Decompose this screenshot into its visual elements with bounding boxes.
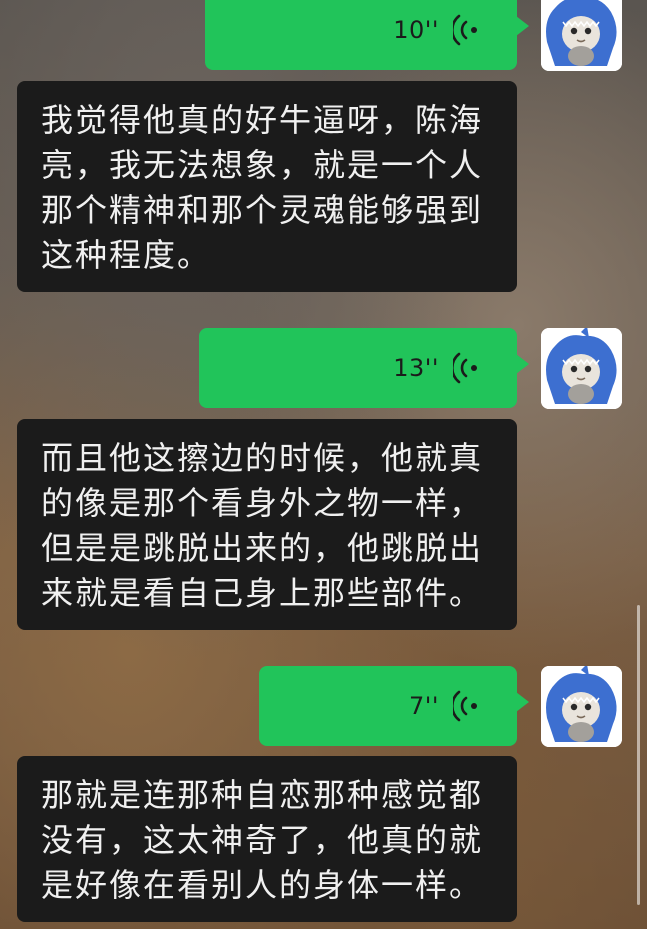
voice-wave-icon — [453, 14, 477, 46]
voice-message-bubble[interactable]: 10'' — [205, 0, 529, 70]
transcript-bubble[interactable]: 我觉得他真的好牛逼呀，陈海亮，我无法想象，就是一个人那个精神和那个灵魂能够强到这… — [17, 81, 517, 292]
avatar[interactable] — [541, 666, 622, 747]
transcript-bubble[interactable]: 那就是连那种自恋那种感觉都没有，这太神奇了，他真的就是好像在看别人的身体一样。 — [17, 756, 517, 922]
chat-area: 10'' 我觉得他真的好牛逼呀，陈海亮，我无法想象，就是一个人那个精神和那个灵魂… — [0, 0, 647, 929]
voice-duration: 7'' — [409, 692, 439, 720]
avatar[interactable] — [541, 0, 622, 71]
voice-wave-icon — [453, 352, 477, 384]
transcript-text: 而且他这擦边的时候，他就真的像是那个看身外之物一样，但是是跳脱出来的，他跳脱出来… — [41, 439, 484, 612]
voice-message-bubble[interactable]: 7'' — [259, 666, 529, 746]
avatar[interactable] — [541, 328, 622, 409]
transcript-text: 那就是连那种自恋那种感觉都没有，这太神奇了，他真的就是好像在看别人的身体一样。 — [41, 776, 484, 904]
voice-message-bubble[interactable]: 13'' — [199, 328, 529, 408]
transcript-bubble[interactable]: 而且他这擦边的时候，他就真的像是那个看身外之物一样，但是是跳脱出来的，他跳脱出来… — [17, 419, 517, 630]
shark-avatar-icon — [541, 0, 622, 71]
transcript-text: 我觉得他真的好牛逼呀，陈海亮，我无法想象，就是一个人那个精神和那个灵魂能够强到这… — [41, 101, 484, 274]
voice-duration: 13'' — [393, 354, 439, 382]
shark-avatar-icon — [541, 666, 622, 747]
voice-wave-icon — [453, 690, 477, 722]
voice-duration: 10'' — [393, 16, 439, 44]
shark-avatar-icon — [541, 328, 622, 409]
scrollbar[interactable] — [637, 605, 640, 905]
